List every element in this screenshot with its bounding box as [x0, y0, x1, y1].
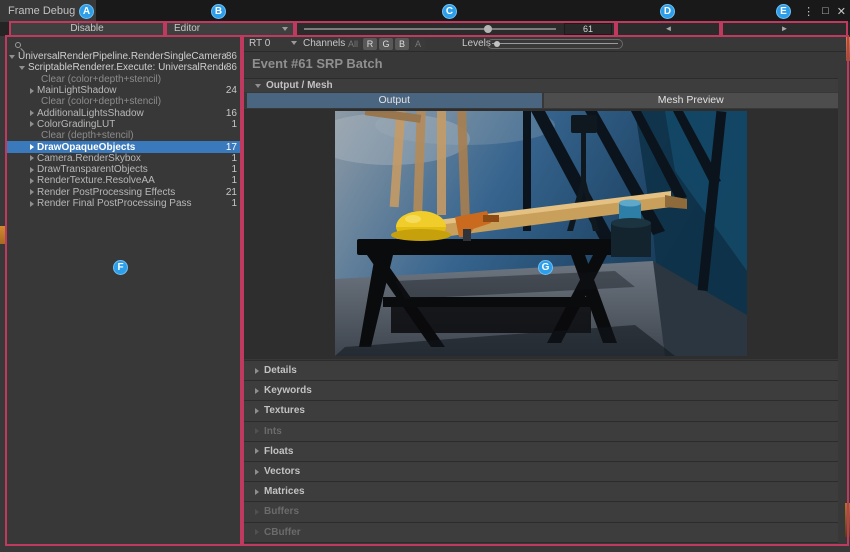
frame-slider-handle[interactable] [484, 25, 492, 33]
channels-label: Channels [303, 38, 345, 49]
channel-a-button[interactable]: A [411, 38, 425, 50]
foldout-open-icon[interactable] [255, 84, 261, 88]
section-floats[interactable]: Floats [243, 442, 838, 462]
disable-button[interactable]: Disable [10, 22, 164, 36]
foldout-closed-icon[interactable] [30, 178, 34, 184]
frame-number-field[interactable]: 61 [564, 23, 612, 35]
tree-row[interactable]: Camera.RenderSkybox 1 [6, 153, 241, 164]
tab-mesh-preview[interactable]: Mesh Preview [544, 93, 839, 108]
levels-slider-handle[interactable] [494, 41, 500, 47]
output-mesh-foldout[interactable]: Output / Mesh [243, 78, 838, 92]
section-textures[interactable]: Textures [243, 401, 838, 421]
foldout-closed-icon [255, 509, 259, 515]
channel-g-button[interactable]: G [379, 38, 393, 50]
foldout-closed-icon[interactable] [30, 167, 34, 173]
titlebar: Frame Debug ⋮ □ ✕ [0, 0, 850, 22]
preview-tabs: Output Mesh Preview [247, 93, 838, 108]
section-vectors[interactable]: Vectors [243, 462, 838, 482]
window-maximize-icon[interactable]: □ [822, 5, 829, 17]
foldout-closed-icon[interactable] [30, 144, 34, 150]
channel-r-button[interactable]: R [363, 38, 377, 50]
background-scene-fragment [0, 226, 5, 244]
callout-badge-b: B [211, 4, 226, 19]
foldout-open-icon[interactable] [9, 55, 15, 59]
event-details-panel: RT 0 Channels All R G B A Levels Event #… [243, 36, 848, 545]
foldout-closed-icon[interactable] [30, 155, 34, 161]
foldout-closed-icon [255, 529, 259, 535]
tree-row[interactable]: Clear (color+depth+stencil) [6, 74, 241, 85]
foldout-closed-icon[interactable] [255, 469, 259, 475]
frame-slider[interactable]: 61 [296, 22, 615, 36]
foldout-closed-icon[interactable] [30, 189, 34, 195]
editor-dropdown[interactable]: Editor [166, 22, 294, 36]
window-menu-icon[interactable]: ⋮ [803, 5, 814, 18]
tree-row-selected[interactable]: DrawOpaqueObjects 17 [6, 141, 241, 152]
levels-slider[interactable] [487, 39, 623, 49]
previous-frame-button[interactable]: ◄ [616, 22, 721, 36]
tree-row[interactable]: Render PostProcessing Effects 21 [6, 187, 241, 198]
tree-row[interactable]: ScriptableRenderer.Execute: UniversalRen… [6, 62, 241, 73]
tree-row[interactable]: ColorGradingLUT 1 [6, 119, 241, 130]
foldout-closed-icon[interactable] [255, 408, 259, 414]
channel-button-group: All R G B A [345, 38, 425, 50]
tree-row[interactable]: DrawTransparentObjects 1 [6, 164, 241, 175]
tree-row[interactable]: Clear (color+depth+stencil) [6, 96, 241, 107]
event-header: Event #61 SRP Batch [252, 56, 383, 71]
window-close-icon[interactable]: ✕ [837, 5, 846, 18]
frame-slider-track[interactable] [304, 28, 556, 30]
rt-dropdown[interactable]: RT 0 [249, 38, 297, 49]
background-scene-fragment [846, 37, 850, 61]
event-tree-panel: UniversalRenderPipeline.RenderSingleCame… [6, 36, 241, 545]
callout-badge-e: E [776, 4, 791, 19]
tree-row[interactable]: Render Final PostProcessing Pass 1 [6, 198, 241, 209]
render-target-toolbar: RT 0 Channels All R G B A Levels [243, 36, 848, 52]
tree-row[interactable]: AdditionalLightsShadow 16 [6, 107, 241, 118]
tree-row[interactable]: UniversalRenderPipeline.RenderSingleCame… [6, 51, 241, 62]
foldout-closed-icon[interactable] [30, 121, 34, 127]
render-preview-area [243, 109, 838, 359]
next-frame-button[interactable]: ► [721, 22, 848, 36]
section-buffers: Buffers [243, 502, 838, 522]
frame-debug-toolbar: Disable Editor 61 ◄ ► [0, 22, 850, 36]
section-cbuffer: CBuffer [243, 523, 838, 543]
tree-row[interactable]: Clear (depth+stencil) [6, 130, 241, 141]
foldout-open-icon[interactable] [19, 66, 25, 70]
foldout-closed-icon[interactable] [255, 388, 259, 394]
foldout-closed-icon[interactable] [30, 88, 34, 94]
detail-sections: Details Keywords Textures Ints Floats Ve… [243, 360, 838, 543]
foldout-closed-icon[interactable] [255, 489, 259, 495]
foldout-closed-icon[interactable] [30, 110, 34, 116]
section-matrices[interactable]: Matrices [243, 482, 838, 502]
chevron-down-icon [291, 41, 297, 45]
section-ints: Ints [243, 422, 838, 442]
foldout-closed-icon[interactable] [30, 201, 34, 207]
chevron-down-icon [282, 27, 288, 31]
foldout-closed-icon[interactable] [255, 368, 259, 374]
callout-badge-c: C [442, 4, 457, 19]
frame-debug-window: Frame Debug ⋮ □ ✕ Disable Editor 61 ◄ ► [0, 0, 850, 552]
tab-output[interactable]: Output [247, 93, 542, 108]
callout-badge-d: D [660, 4, 675, 19]
channel-b-button[interactable]: B [395, 38, 409, 50]
tree-row[interactable]: MainLightShadow 24 [6, 85, 241, 96]
section-keywords[interactable]: Keywords [243, 381, 838, 401]
next-arrow-icon: ► [781, 24, 789, 33]
foldout-closed-icon [255, 428, 259, 434]
rt-dropdown-label: RT 0 [249, 38, 270, 49]
background-scene-fragment [845, 503, 850, 537]
search-icon[interactable] [15, 42, 21, 48]
editor-dropdown-label: Editor [174, 23, 200, 34]
callout-badge-f: F [113, 260, 128, 275]
callout-badge-a: A [79, 4, 94, 19]
prev-arrow-icon: ◄ [665, 24, 673, 33]
channel-all-button[interactable]: All [345, 38, 361, 50]
foldout-closed-icon[interactable] [255, 448, 259, 454]
callout-badge-g: G [538, 260, 553, 275]
event-tree: UniversalRenderPipeline.RenderSingleCame… [6, 51, 241, 209]
render-preview-image [335, 111, 747, 356]
section-details[interactable]: Details [243, 361, 838, 381]
tree-row[interactable]: RenderTexture.ResolveAA 1 [6, 175, 241, 186]
